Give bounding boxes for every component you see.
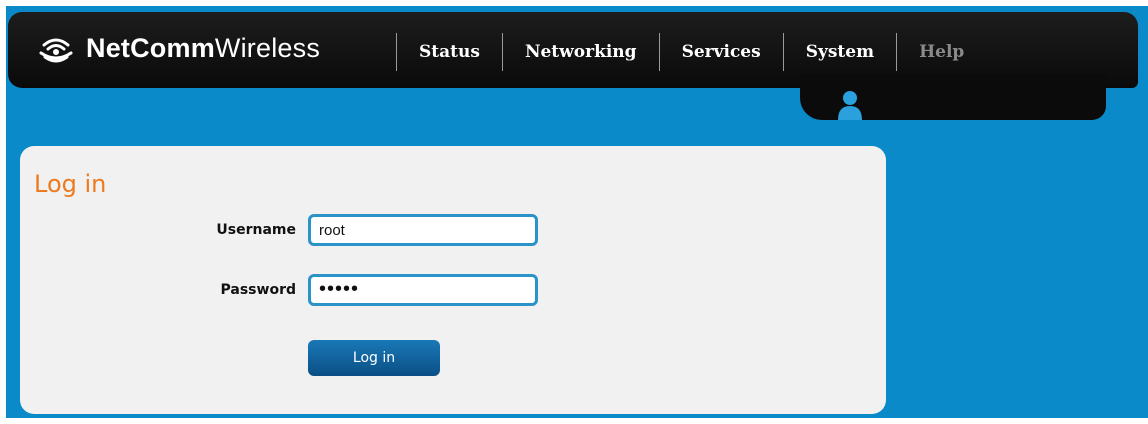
login-title: Log in [34, 170, 107, 198]
nav-help[interactable]: Help [897, 42, 986, 62]
login-panel: Log in Username root Password ••••• Log … [20, 146, 886, 414]
nav-services[interactable]: Services [660, 42, 783, 62]
wifi-signal-icon [39, 38, 73, 63]
nav-system[interactable]: System [784, 42, 896, 62]
username-value: root [319, 221, 345, 239]
password-label: Password [220, 282, 296, 298]
username-label: Username [216, 222, 296, 238]
nav-networking[interactable]: Networking [503, 42, 659, 62]
nav-status[interactable]: Status [397, 42, 502, 62]
user-icon[interactable] [836, 90, 864, 120]
password-input[interactable]: ••••• [308, 274, 538, 306]
brand-logo[interactable]: NetCommWireless [38, 30, 320, 66]
password-row: Password ••••• [20, 274, 538, 306]
username-input[interactable]: root [308, 214, 538, 246]
password-value: ••••• [319, 277, 360, 300]
login-button[interactable]: Log in [308, 340, 440, 376]
main-nav: Status Networking Services System Help [396, 32, 986, 72]
username-row: Username root [20, 214, 538, 246]
brand-name: NetCommWireless [86, 32, 321, 63]
